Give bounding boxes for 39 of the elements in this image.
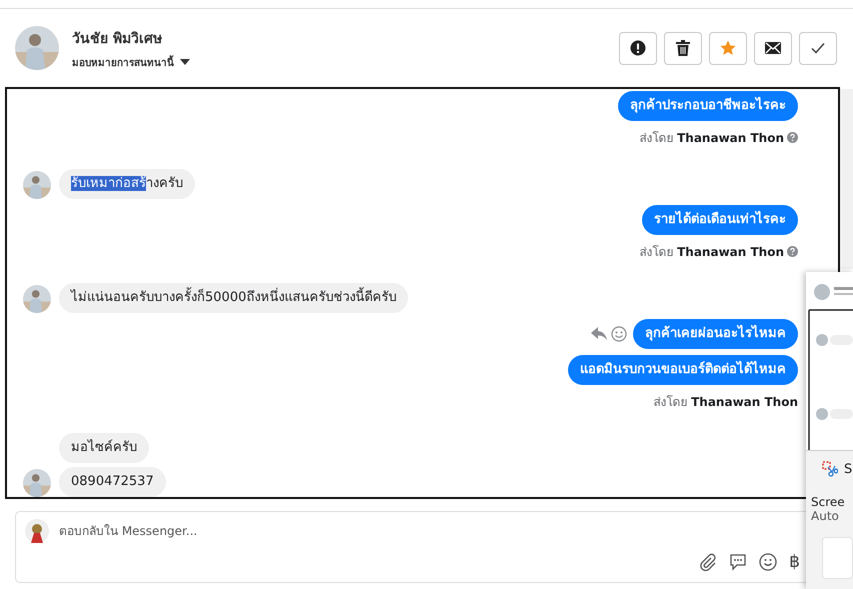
star-button[interactable]: [709, 32, 747, 64]
reply-icon[interactable]: [591, 327, 607, 341]
app-name: S: [844, 462, 852, 476]
paperclip-icon[interactable]: [699, 553, 718, 571]
sent-message: ลุกค้าประกอบอาชีพอะไรคะ: [618, 91, 798, 121]
caret-icon[interactable]: [180, 59, 190, 65]
sent-message: รายได้ต่อเดือนเท่าไรคะ: [642, 205, 798, 235]
sent-by-label: ส่งโดย Thanawan Thon: [653, 394, 798, 411]
received-message: รับเหมาก่อสร้างครับ: [59, 169, 195, 199]
assign-conversation-label[interactable]: มอบหมายการสนทนานี้: [72, 54, 174, 70]
received-message: ไม่แน่นอนครับบางครั้งก็50000ถึงหนึ่งแสนครับช่วงนี้ดีครับ: [59, 283, 408, 313]
profile-avatar-icon: [15, 26, 59, 70]
profile-avatar-icon: [23, 469, 51, 497]
profile-avatar-icon: [23, 171, 51, 199]
delete-button[interactable]: [664, 32, 702, 64]
star-icon: [720, 40, 736, 56]
mark-unread-button[interactable]: [754, 32, 792, 64]
sent-message: แอดมินรบกวนขอเบอร์ติดต่อได้ไหมค: [568, 355, 798, 385]
sent-by-label: ส่งโดย Thanawan Thon: [639, 244, 784, 261]
smiley-icon[interactable]: [611, 326, 627, 342]
page-avatar-icon: [25, 519, 49, 543]
payment-button[interactable]: ฿: [789, 552, 800, 572]
snipping-tool-icon: [822, 461, 838, 477]
received-message: 0890472537: [59, 467, 166, 497]
chat-bubble-icon[interactable]: [729, 553, 748, 571]
notification-text: Auto: [811, 509, 840, 523]
trash-icon: [676, 40, 690, 56]
envelope-icon: [765, 42, 781, 54]
contact-name: วันชัย พิมวิเศษ: [72, 30, 163, 48]
notification-title: Scree: [811, 495, 846, 509]
sent-by-label: ส่งโดย Thanawan Thon: [639, 130, 784, 147]
done-button[interactable]: [799, 32, 837, 64]
emoji-icon[interactable]: [759, 553, 778, 571]
profile-avatar-icon: [23, 285, 51, 313]
sent-message: ลุกค้าเคยผ่อนอะไรไหมค: [633, 319, 798, 349]
check-icon: [811, 42, 825, 54]
report-button[interactable]: [619, 32, 657, 64]
alert-icon: [630, 40, 646, 56]
received-message: มอไซค์ครับ: [59, 433, 149, 463]
